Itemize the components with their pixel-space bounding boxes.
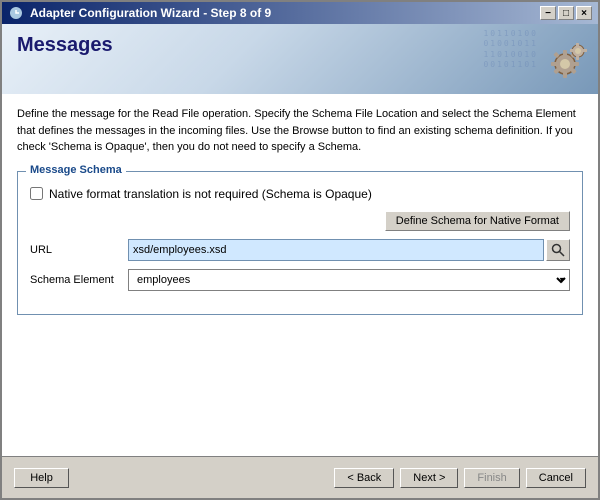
window-icon — [8, 5, 24, 21]
url-field-row: URL — [30, 239, 570, 261]
header-pattern: 10110100010010111101001000101101 — [483, 29, 538, 71]
footer: Help < Back Next > Finish Cancel — [2, 456, 598, 498]
finish-button[interactable]: Finish — [464, 468, 519, 488]
footer-left: Help — [14, 468, 69, 488]
gear-icon — [533, 31, 588, 89]
url-input[interactable] — [128, 239, 544, 261]
maximize-button[interactable]: □ — [558, 6, 574, 20]
help-button[interactable]: Help — [14, 468, 69, 488]
url-label: URL — [30, 244, 120, 256]
message-schema-group: Message Schema Native format translation… — [17, 171, 583, 315]
header-banner: Messages 1011010001001011110100100010110… — [2, 24, 598, 94]
define-schema-button[interactable]: Define Schema for Native Format — [385, 211, 570, 231]
url-input-wrapper — [128, 239, 570, 261]
schema-element-select-wrapper: employees — [128, 269, 570, 291]
cancel-button[interactable]: Cancel — [526, 468, 586, 488]
browse-button[interactable] — [546, 239, 570, 261]
schema-element-select[interactable]: employees — [128, 269, 570, 291]
description-text: Define the message for the Read File ope… — [17, 106, 583, 156]
schema-element-label: Schema Element — [30, 274, 120, 286]
define-btn-row: Define Schema for Native Format — [30, 211, 570, 231]
search-icon — [551, 243, 565, 257]
content-area: Define the message for the Read File ope… — [2, 94, 598, 456]
opaque-checkbox[interactable] — [30, 187, 43, 200]
footer-right: < Back Next > Finish Cancel — [334, 468, 586, 488]
opaque-checkbox-label: Native format translation is not require… — [49, 187, 372, 201]
group-box-legend: Message Schema — [26, 164, 126, 176]
back-button[interactable]: < Back — [334, 468, 394, 488]
title-bar-left: Adapter Configuration Wizard - Step 8 of… — [8, 5, 271, 21]
title-bar-controls: − □ × — [540, 6, 592, 20]
page-title: Messages — [17, 34, 113, 57]
schema-element-field-row: Schema Element employees — [30, 269, 570, 291]
next-button[interactable]: Next > — [400, 468, 458, 488]
minimize-button[interactable]: − — [540, 6, 556, 20]
main-window: Adapter Configuration Wizard - Step 8 of… — [0, 0, 600, 500]
opaque-checkbox-row: Native format translation is not require… — [30, 187, 570, 201]
title-bar-text: Adapter Configuration Wizard - Step 8 of… — [30, 6, 271, 20]
title-bar: Adapter Configuration Wizard - Step 8 of… — [2, 2, 598, 24]
close-button[interactable]: × — [576, 6, 592, 20]
